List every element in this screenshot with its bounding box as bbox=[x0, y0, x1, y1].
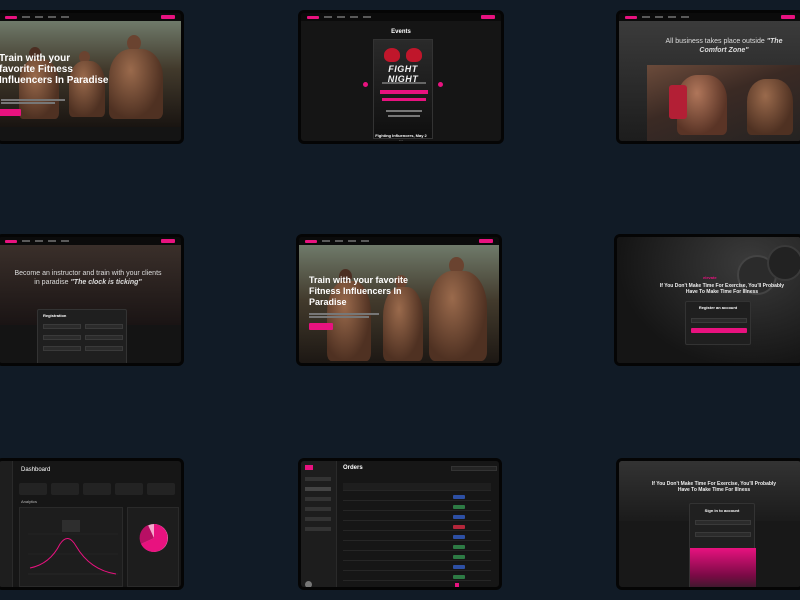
hero-headline: Train with your favorite Fitness Influen… bbox=[309, 275, 409, 307]
card-hero-influencers-center[interactable]: Train with your favorite Fitness Influen… bbox=[296, 234, 502, 366]
signin-form: Sign in to account bbox=[689, 503, 756, 587]
signin-form-title: Sign in to account bbox=[704, 508, 740, 513]
hero-headline: Train with your favorite Fitness Influen… bbox=[0, 53, 109, 86]
nav-cta-button[interactable] bbox=[161, 15, 175, 19]
event-poster[interactable]: FIGHT NIGHT bbox=[373, 39, 433, 139]
email-field[interactable] bbox=[695, 520, 751, 525]
portfolio-grid: Train with your favorite Fitness Influen… bbox=[0, 0, 800, 600]
card-comfort-zone[interactable]: All business takes place outside "The Co… bbox=[616, 10, 800, 144]
pie-chart-panel bbox=[127, 507, 179, 587]
password-field[interactable] bbox=[43, 346, 81, 351]
confirm-field[interactable] bbox=[85, 346, 123, 351]
register-form: Register an account bbox=[685, 301, 751, 345]
phone-field[interactable] bbox=[85, 335, 123, 340]
card-hero-influencers-left[interactable]: Train with your favorite Fitness Influen… bbox=[0, 10, 184, 144]
card-events[interactable]: Events FIGHT NIGHT Fighting Influencers,… bbox=[298, 10, 504, 144]
top-nav bbox=[619, 13, 800, 21]
event-caption-sub: 06 bbox=[398, 139, 404, 144]
nav-cta-button[interactable] bbox=[479, 239, 493, 243]
event-caption: Fighting Influencers, May 2 bbox=[375, 133, 427, 138]
register-button[interactable] bbox=[691, 328, 747, 333]
kpi-card bbox=[147, 483, 175, 495]
card-register-account[interactable]: elevate If You Don't Make Time For Exerc… bbox=[614, 234, 800, 366]
registration-form: Registration bbox=[37, 309, 127, 363]
avatar[interactable] bbox=[305, 581, 312, 587]
last-name-field[interactable] bbox=[85, 324, 123, 329]
orders-sidebar bbox=[301, 461, 337, 587]
kpi-card bbox=[115, 483, 143, 495]
comfort-headline: All business takes place outside "The Co… bbox=[665, 38, 783, 54]
top-nav bbox=[301, 13, 501, 21]
hero-cta-button[interactable] bbox=[0, 109, 21, 116]
top-nav bbox=[0, 237, 181, 245]
brand-logo: elevate bbox=[703, 275, 717, 280]
card-instructor-registration[interactable]: Become an instructor and train with your… bbox=[0, 234, 184, 366]
pie-chart bbox=[139, 524, 168, 552]
signin-tagline: If You Don't Make Time For Exercise, You… bbox=[651, 481, 777, 493]
nav-cta-button[interactable] bbox=[161, 239, 175, 243]
analytics-title: Analytics bbox=[21, 499, 38, 504]
line-chart bbox=[28, 520, 118, 575]
carousel-prev-dot[interactable] bbox=[363, 82, 368, 87]
poster-title: FIGHT NIGHT bbox=[387, 64, 419, 84]
nav-cta-button[interactable] bbox=[481, 15, 495, 19]
events-section-title: Events bbox=[391, 29, 411, 35]
instructor-headline: Become an instructor and train with your… bbox=[14, 270, 162, 286]
nav-cta-button[interactable] bbox=[781, 15, 795, 19]
dashboard-title: Dashboard bbox=[21, 467, 51, 473]
orders-title: Orders bbox=[343, 465, 363, 471]
card-sign-in[interactable]: If You Don't Make Time For Exercise, You… bbox=[616, 458, 800, 590]
card-orders[interactable]: Orders bbox=[298, 458, 502, 590]
carousel-next-dot[interactable] bbox=[438, 82, 443, 87]
orders-search-input[interactable] bbox=[451, 466, 497, 471]
card-dashboard[interactable]: Dashboard Analytics bbox=[0, 458, 184, 590]
top-nav bbox=[299, 237, 499, 245]
kpi-card bbox=[51, 483, 79, 495]
first-name-field[interactable] bbox=[43, 324, 81, 329]
signin-button[interactable] bbox=[690, 548, 756, 587]
training-photo bbox=[647, 65, 800, 141]
kpi-card bbox=[19, 483, 47, 495]
kpi-card bbox=[83, 483, 111, 495]
top-nav bbox=[0, 13, 181, 21]
register-form-title: Register an account bbox=[698, 305, 738, 310]
password-field[interactable] bbox=[695, 532, 751, 537]
register-tagline: If You Don't Make Time For Exercise, You… bbox=[659, 283, 785, 295]
pagination-current[interactable] bbox=[455, 583, 459, 587]
hero-cta-button[interactable] bbox=[309, 323, 333, 330]
dashboard-sidebar bbox=[0, 461, 13, 587]
email-field[interactable] bbox=[43, 335, 81, 340]
email-field[interactable] bbox=[691, 318, 747, 323]
line-chart-panel bbox=[19, 507, 123, 587]
registration-title: Registration bbox=[43, 313, 67, 318]
